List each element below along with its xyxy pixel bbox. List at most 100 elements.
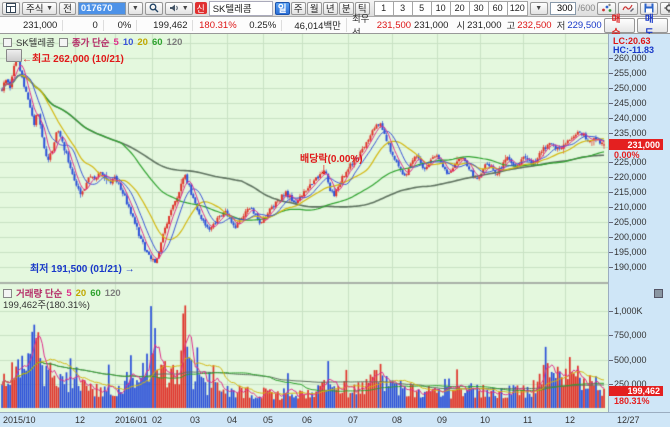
interval-button-20[interactable]: 20 [450,1,470,16]
interval-button-30[interactable]: 30 [469,1,489,16]
chevron-down-icon: ▼ [182,5,189,12]
ex-dividend-annotation: 배당락(0.00%) [300,150,363,165]
right-arrow-icon: → [125,264,135,275]
chevron-down-icon: ▼ [132,5,139,12]
date-tick-label: 06 [302,415,312,425]
price-tick-label: 260,000 [614,53,647,63]
chart-area: SK텔레콤 종가 단순 5 10 20 60 120 ←최고 262,000 (… [0,34,670,426]
date-tick-label: 12 [565,415,575,425]
open-label: 시 [451,18,467,32]
interval-dropdown[interactable]: ▼ [530,2,548,15]
tick-mark [609,222,613,223]
tick-mark [609,88,613,89]
price-tick-label: 190,000 [614,262,647,272]
date-tick-label: 07 [348,415,358,425]
legend-checkbox[interactable] [3,38,12,47]
tick-mark [609,133,613,134]
candle-count-input[interactable] [550,2,576,15]
turnover-pct: 0.25% [242,20,283,31]
trade-amount: 46,014백만 [282,18,347,32]
volume-tick-label: 1,000K [614,306,643,316]
date-axis: 2015/10122016/010203040506070809101112 1… [0,412,670,427]
stock-chart-canvas[interactable] [0,34,608,412]
tick-mark [609,335,613,336]
price-tick-label: 205,000 [614,217,647,227]
price-tick-label: 245,000 [614,98,647,108]
interval-button-group: 13510203060120 [375,1,528,16]
ma60-label: 60 [152,37,163,48]
date-tick-label: 10 [480,415,490,425]
stock-code-input[interactable] [78,2,126,15]
legend-ma-type: 종가 단순 [72,35,110,49]
price-change: 0 [63,20,104,31]
tick-mark [609,207,613,208]
tick-mark [609,162,613,163]
tick-mark [609,384,613,385]
price-tick-label: 235,000 [614,128,647,138]
new-stock-badge: 신 [195,2,207,14]
current-price-marker: 231,000 [609,139,663,150]
asset-type-select[interactable]: 주식 ▼ [22,2,57,15]
legend-checkbox[interactable] [59,38,68,47]
low-price: 229,500 [567,20,601,31]
low-annotation: 최저 191,500 (01/21) → [30,260,135,275]
stock-name-field[interactable]: SK텔레콤 [209,1,273,16]
period-button-월[interactable]: 월 [307,2,322,15]
search-icon[interactable] [145,2,163,15]
volume-current-readout: 199,462주(180.31%) [3,297,90,311]
tick-mark [609,267,613,268]
period-button-일[interactable]: 일 [275,2,290,15]
ma10-label: 10 [123,37,134,48]
interval-button-3[interactable]: 3 [393,1,413,16]
gear-icon[interactable] [660,2,670,15]
tick-mark [609,177,613,178]
tick-mark [609,311,613,312]
low-label: 저 [552,18,568,32]
ma5-label: 5 [114,37,119,48]
best-ask: 231,500 [377,20,411,31]
high-label: 고 [501,18,517,32]
last-date-label: 12/27 [617,415,640,425]
chart-mini-toolbar[interactable] [6,49,22,62]
ma120-label: 120 [167,37,183,48]
vol-ma120-label: 120 [105,288,121,299]
current-price-pct: 0.00% [614,150,640,160]
sell-button[interactable]: 매도 [637,18,668,33]
period-button-주[interactable]: 주 [291,2,306,15]
volume-ratio: 180.31% [193,20,241,31]
period-button-년[interactable]: 년 [323,2,338,15]
speaker-icon[interactable]: ▼ [165,2,193,15]
asset-type-label: 주식 [26,1,43,15]
jeon-button[interactable]: 전 [59,2,76,15]
buy-button[interactable]: 매수 [604,18,635,33]
interval-button-120[interactable]: 120 [507,1,528,16]
tick-mark [609,252,613,253]
date-tick-label: 2016/01 [115,415,148,425]
interval-button-5[interactable]: 5 [412,1,432,16]
current-volume-pct: 180.31% [614,396,650,406]
price-tick-label: 200,000 [614,232,647,242]
high-price: 232,500 [517,20,551,31]
price-tick-label: 220,000 [614,172,647,182]
volume-value: 199,462 [137,20,193,31]
date-tick-label: 08 [392,415,402,425]
date-tick-label: 05 [263,415,273,425]
volume-tick-label: 500,000 [614,355,647,365]
best-bid: 231,000 [411,20,451,31]
chevron-down-icon: ▼ [46,5,53,12]
interval-button-60[interactable]: 60 [488,1,508,16]
price-tick-label: 240,000 [614,113,647,123]
chevron-down-icon: ▼ [535,5,542,12]
date-tick-label: 2015/10 [3,415,36,425]
date-tick-label: 03 [190,415,200,425]
price-tick-label: 250,000 [614,83,647,93]
panel-collapse-button[interactable] [654,289,663,298]
price-tick-label: 210,000 [614,202,647,212]
price-tick-label: 195,000 [614,247,647,257]
down-arrow-icon: ↓ [320,161,328,179]
window-icon[interactable] [2,2,20,15]
code-dropdown-button[interactable]: ▼ [128,2,143,15]
quote-info-bar: 231,000 0 0% 199,462 180.31% 0.25% 46,01… [0,17,670,34]
interval-button-10[interactable]: 10 [431,1,451,16]
date-tick-label: 02 [152,415,162,425]
